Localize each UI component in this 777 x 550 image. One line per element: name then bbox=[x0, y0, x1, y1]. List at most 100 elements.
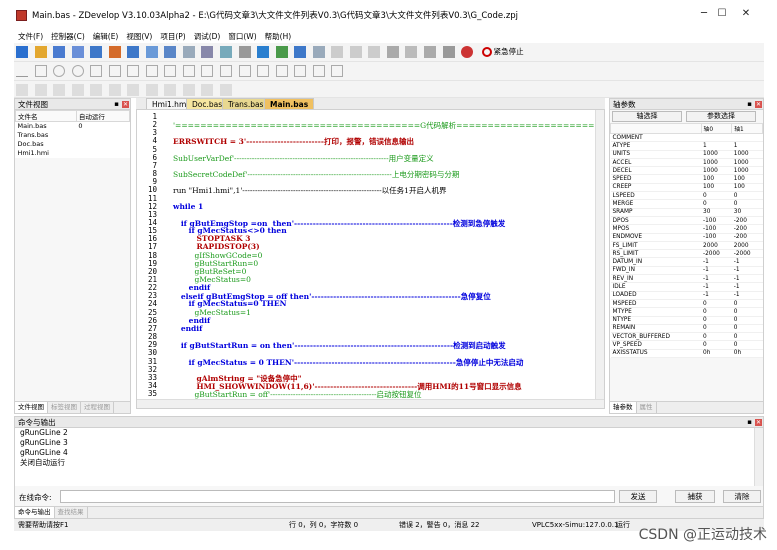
param-value[interactable]: 0 bbox=[731, 299, 763, 309]
switch-widget-icon[interactable] bbox=[294, 65, 307, 77]
axis-param-row[interactable]: AXISSTATUS 0h 0h bbox=[610, 349, 763, 359]
param-value[interactable]: 0h bbox=[701, 349, 732, 359]
axis-param-row[interactable]: MPOS -100 -200 bbox=[610, 224, 763, 234]
axis-param-row[interactable]: UNITS 1000 1000 bbox=[610, 150, 763, 159]
h-space-icon[interactable] bbox=[145, 84, 158, 96]
menu-window[interactable]: 窗口(W) bbox=[224, 30, 260, 43]
param-value[interactable]: 0 bbox=[701, 191, 732, 201]
pause-icon[interactable] bbox=[442, 46, 455, 58]
param-value[interactable]: 1000 bbox=[731, 158, 763, 168]
param-value[interactable]: 0 bbox=[731, 191, 763, 201]
bar-widget-icon[interactable] bbox=[220, 65, 233, 77]
keyboard-widget-icon[interactable] bbox=[331, 65, 344, 77]
tab-file-view[interactable]: 文件视图 bbox=[15, 402, 48, 413]
file-autorun[interactable]: 0 bbox=[76, 122, 129, 131]
param-value[interactable]: -1 bbox=[731, 291, 763, 300]
param-value[interactable]: 1000 bbox=[731, 150, 763, 159]
axis-param-row[interactable]: LOADED -1 -1 bbox=[610, 291, 763, 300]
add-file-icon[interactable] bbox=[90, 46, 103, 58]
param-value[interactable]: 0 bbox=[701, 324, 732, 334]
close-icon[interactable]: ✕ bbox=[122, 101, 129, 108]
param-value[interactable]: 0 bbox=[701, 299, 732, 309]
axis-param-row[interactable]: IDLE -1 -1 bbox=[610, 282, 763, 292]
tab-trans[interactable]: Trans.bas bbox=[222, 98, 270, 109]
menu-controller[interactable]: 控制器(C) bbox=[47, 30, 89, 43]
capture-button[interactable]: 捕获 bbox=[675, 490, 715, 503]
param-value[interactable]: 0 bbox=[731, 324, 763, 334]
slider-widget-icon[interactable] bbox=[201, 65, 214, 77]
param-value[interactable]: 0 bbox=[701, 332, 732, 342]
new-file-icon[interactable] bbox=[16, 46, 28, 58]
picture-widget-icon[interactable] bbox=[145, 65, 158, 77]
clear-button[interactable]: 清除 bbox=[723, 490, 761, 503]
scope-icon[interactable] bbox=[257, 46, 270, 58]
save-icon[interactable] bbox=[53, 46, 66, 58]
param-value[interactable]: 0 bbox=[731, 340, 763, 350]
axis-param-row[interactable]: SPEED 100 100 bbox=[610, 174, 763, 184]
list-widget-icon[interactable] bbox=[164, 65, 177, 77]
tab-properties[interactable]: 属性 bbox=[637, 402, 657, 413]
menu-debug[interactable]: 调试(D) bbox=[190, 30, 225, 43]
align-top-icon[interactable] bbox=[53, 84, 66, 96]
save-all-icon[interactable] bbox=[71, 46, 84, 58]
circle-icon[interactable] bbox=[53, 65, 66, 77]
param-value[interactable]: -200 bbox=[731, 233, 763, 242]
step-icon[interactable] bbox=[349, 46, 362, 58]
param-value[interactable]: -200 bbox=[731, 224, 763, 234]
param-value[interactable]: -1 bbox=[731, 274, 763, 284]
axis-param-row[interactable]: VECTOR_BUFFERED 0 0 bbox=[610, 332, 763, 342]
replace-icon[interactable] bbox=[220, 46, 233, 58]
param-value[interactable]: 100 bbox=[731, 174, 763, 184]
pin-icon[interactable]: ▪ bbox=[747, 417, 752, 428]
param-value[interactable]: 0 bbox=[731, 332, 763, 342]
axis-param-row[interactable]: RS_LIMIT -2000 -2000 bbox=[610, 249, 763, 259]
rect-icon[interactable] bbox=[34, 65, 47, 77]
axis-param-row[interactable]: CREEP 100 100 bbox=[610, 183, 763, 193]
param-value[interactable]: 100 bbox=[701, 183, 732, 193]
param-value[interactable]: -1 bbox=[701, 282, 732, 292]
axis-select-button[interactable]: 轴选择 bbox=[612, 111, 682, 122]
axis-param-row[interactable]: FS_LIMIT 2000 2000 bbox=[610, 241, 763, 251]
axis-param-row[interactable]: MTYPE 0 0 bbox=[610, 307, 763, 317]
param-value[interactable]: -1 bbox=[731, 257, 763, 267]
ellipse-icon[interactable] bbox=[71, 65, 84, 77]
param-value[interactable]: 1000 bbox=[701, 166, 732, 176]
axis-param-row[interactable]: MERGE 0 0 bbox=[610, 199, 763, 209]
param-value[interactable]: 0 bbox=[731, 199, 763, 209]
paste-icon[interactable] bbox=[182, 46, 195, 58]
align-bottom-icon[interactable] bbox=[71, 84, 84, 96]
tab-command-output[interactable]: 命令与输出 bbox=[15, 507, 55, 518]
file-name[interactable]: Hmi1.hmi bbox=[16, 149, 77, 158]
output-scrollbar[interactable] bbox=[754, 428, 763, 486]
send-button[interactable]: 发送 bbox=[619, 490, 657, 503]
stop-all-icon[interactable] bbox=[461, 46, 474, 58]
task-icon[interactable] bbox=[424, 46, 437, 58]
watch-icon[interactable] bbox=[405, 46, 418, 58]
emergency-stop-button[interactable]: 紧急停止 bbox=[481, 46, 524, 58]
param-value[interactable]: 0 bbox=[701, 199, 732, 209]
axis-param-row[interactable]: FWD_IN -1 -1 bbox=[610, 266, 763, 276]
col-axis0[interactable]: 轴0 bbox=[700, 123, 733, 134]
controller-icon[interactable] bbox=[145, 46, 158, 58]
menu-view[interactable]: 视图(V) bbox=[122, 30, 156, 43]
param-value[interactable]: 1000 bbox=[731, 166, 763, 176]
param-value[interactable]: -200 bbox=[731, 216, 763, 226]
param-value[interactable]: 0h bbox=[731, 349, 763, 359]
param-value[interactable]: -2000 bbox=[731, 249, 763, 259]
menu-file[interactable]: 文件(F) bbox=[14, 30, 47, 43]
param-value[interactable]: 0 bbox=[731, 307, 763, 317]
tab-label-view[interactable]: 标签视图 bbox=[48, 402, 81, 413]
stop-icon[interactable] bbox=[368, 46, 381, 58]
axis-icon[interactable] bbox=[275, 46, 288, 58]
axis-param-row[interactable]: VP_SPEED 0 0 bbox=[610, 340, 763, 350]
param-value[interactable]: 0 bbox=[701, 307, 732, 317]
param-value[interactable]: 2000 bbox=[701, 241, 732, 251]
undo-icon[interactable] bbox=[238, 46, 251, 58]
v-space-icon[interactable] bbox=[164, 84, 177, 96]
param-value[interactable]: -2000 bbox=[701, 249, 732, 259]
col-filename[interactable]: 文件名 bbox=[15, 110, 77, 122]
file-name[interactable]: Trans.bas bbox=[16, 131, 77, 140]
combo-widget-icon[interactable] bbox=[257, 65, 270, 77]
param-value[interactable] bbox=[701, 133, 732, 143]
pin-icon[interactable]: ▪ bbox=[114, 99, 119, 110]
